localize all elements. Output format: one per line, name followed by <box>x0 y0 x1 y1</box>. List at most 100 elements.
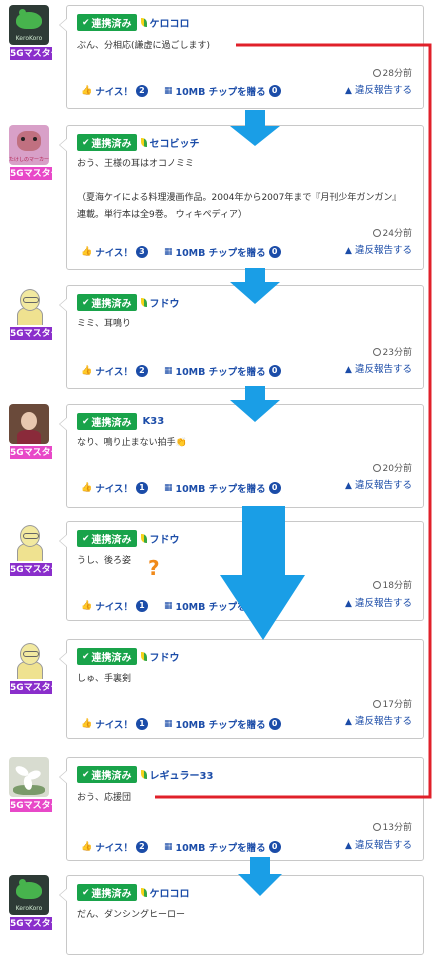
comment-text: だん、ダンシングヒーロー <box>77 910 186 920</box>
nice-count: 1 <box>135 600 148 612</box>
username-link[interactable]: ケロコロ <box>150 15 190 30</box>
timestamp-text: 13分前 <box>382 823 412 833</box>
avatar-brand-text: KeroKoro <box>15 35 43 42</box>
nice-button[interactable]: 👍 ナイス！ 2 <box>81 364 148 378</box>
warning-icon: ▲ <box>345 481 352 491</box>
user-avatar[interactable] <box>9 404 49 444</box>
linked-label: 連携済み <box>91 299 132 310</box>
linked-label: 連携済み <box>91 19 132 30</box>
thumbs-up-icon: 👍 <box>81 366 93 376</box>
username-link[interactable]: レギュラー33 <box>150 767 214 782</box>
report-label: 違反報告する <box>354 85 412 96</box>
question-mark-annotation: ? <box>148 556 160 580</box>
report-link[interactable]: ▲ 違反報告する <box>345 713 412 727</box>
check-icon: ✔ <box>82 137 90 148</box>
thumbs-up-icon: 👍 <box>81 86 93 96</box>
beginner-mark-icon <box>140 18 147 27</box>
comment-text: しゅ、手裏剣 <box>77 674 132 684</box>
nice-label: ナイス！ <box>95 248 133 259</box>
nice-button[interactable]: 👍 ナイス！ 2 <box>81 84 148 98</box>
nice-button[interactable]: 👍 ナイス！ 3 <box>81 245 148 259</box>
bird-head-icon <box>20 643 40 665</box>
report-link[interactable]: ▲ 違反報告する <box>345 837 412 851</box>
chip-count: 0 <box>268 365 281 377</box>
nice-count: 2 <box>135 365 148 377</box>
gift-icon: ▦ <box>163 842 173 852</box>
beginner-mark-icon <box>140 138 147 147</box>
chip-button[interactable]: ▦ 10MB チップを贈る 0 <box>164 481 281 495</box>
report-link[interactable]: ▲ 違反報告する <box>345 242 412 256</box>
username-link[interactable]: セコビッチ <box>150 135 200 150</box>
linked-badge: ✔ 連携済み <box>77 766 137 783</box>
action-bar: 👍 ナイス！ 1 ▦ 10MB チップを贈る 0 <box>81 481 297 495</box>
report-link[interactable]: ▲ 違反報告する <box>345 477 412 491</box>
report-label: 違反報告する <box>354 364 412 375</box>
timestamp-text: 18分前 <box>382 581 412 591</box>
username-link[interactable]: ケロコロ <box>150 885 190 900</box>
frog-logo-icon <box>16 879 42 899</box>
user-avatar[interactable] <box>9 639 49 679</box>
gift-icon: ▦ <box>163 601 173 611</box>
username-link[interactable]: フドウ <box>150 531 180 546</box>
linked-label: 連携済み <box>91 535 132 546</box>
chip-button[interactable]: ▦ 10MB チップを贈る 0 <box>164 599 281 613</box>
report-label: 違反報告する <box>354 480 412 491</box>
clock-icon <box>372 229 381 237</box>
username-link[interactable]: K33 <box>143 416 165 427</box>
comment-text: ミミ、耳鳴り <box>77 319 132 329</box>
chip-label: 10MB チップを贈る <box>175 484 266 495</box>
avatar-brand-text: KeroKoro <box>15 905 43 912</box>
user-avatar[interactable]: KeroKoro <box>9 5 49 45</box>
warning-icon: ▲ <box>345 246 352 256</box>
chip-button[interactable]: ▦ 10MB チップを贈る 0 <box>164 364 281 378</box>
beginner-mark-icon <box>140 534 147 543</box>
timestamp-text: 20分前 <box>382 464 412 474</box>
rank-badge: 5Gマスター <box>9 562 53 577</box>
linked-badge: ✔ 連携済み <box>77 134 137 151</box>
nice-button[interactable]: 👍 ナイス！ 1 <box>81 481 148 495</box>
rank-badge: 5Gマスター <box>9 798 53 813</box>
timestamp: 23分前 <box>372 345 412 358</box>
user-avatar[interactable] <box>9 521 49 561</box>
user-avatar[interactable]: KeroKoro <box>9 875 49 915</box>
username-link[interactable]: フドウ <box>150 295 180 310</box>
nice-button[interactable]: 👍 ナイス！ 2 <box>81 840 148 854</box>
check-icon: ✔ <box>82 416 90 427</box>
nice-label: ナイス！ <box>95 843 133 854</box>
doll-body-icon <box>17 430 41 444</box>
gift-icon: ▦ <box>163 483 173 493</box>
chip-button[interactable]: ▦ 10MB チップを贈る 0 <box>164 84 281 98</box>
warning-icon: ▲ <box>345 86 352 96</box>
username-link[interactable]: フドウ <box>150 649 180 664</box>
rank-badge: 5Gマスター <box>9 680 53 695</box>
chip-label: 10MB チップを贈る <box>175 602 266 613</box>
report-link[interactable]: ▲ 違反報告する <box>345 82 412 96</box>
chip-button[interactable]: ▦ 10MB チップを贈る 0 <box>164 840 281 854</box>
nice-button[interactable]: 👍 ナイス！ 1 <box>81 599 148 613</box>
linked-label: 連携済み <box>91 139 132 150</box>
comment-card: ✔ 連携済み ケロコロ ぶん、分相応(謙虚に過ごします) 28分前 ▲ 違反報告す… <box>59 5 424 109</box>
action-bar: 👍 ナイス！ 1 ▦ 10MB チップを贈る 0 <box>81 717 297 731</box>
chip-button[interactable]: ▦ 10MB チップを贈る 0 <box>164 717 281 731</box>
warning-icon: ▲ <box>345 841 352 851</box>
user-avatar[interactable] <box>9 285 49 325</box>
check-icon: ✔ <box>82 651 90 662</box>
thumbs-up-icon: 👍 <box>81 483 93 493</box>
timestamp-text: 28分前 <box>382 69 412 79</box>
clock-icon <box>372 581 381 589</box>
comment-card: ✔ 連携済み フドウ しゅ、手裏剣 17分前 ▲ 違反報告する 👍 ナイス！ 1 ▦ 1… <box>59 639 424 739</box>
report-link[interactable]: ▲ 違反報告する <box>345 595 412 609</box>
chip-count: 0 <box>268 718 281 730</box>
report-link[interactable]: ▲ 違反報告する <box>345 361 412 375</box>
comment-text: うし、後ろ姿 <box>77 556 132 566</box>
user-avatar[interactable] <box>9 757 49 797</box>
user-avatar[interactable]: たけしのマーカー <box>9 125 49 165</box>
chip-button[interactable]: ▦ 10MB チップを贈る 0 <box>164 245 281 259</box>
nice-label: ナイス！ <box>95 720 133 731</box>
check-icon: ✔ <box>82 297 90 308</box>
comment-card: ✔ 連携済み ケロコロ だん、ダンシングヒーロー <box>59 875 424 955</box>
rank-badge: 5Gマスター <box>9 326 53 341</box>
action-bar: 👍 ナイス！ 3 ▦ 10MB チップを贈る 0 <box>81 245 297 259</box>
comment-card: ✔ 連携済み K33 なり、鳴り止まない拍手👏 20分前 ▲ 違反報告する 👍 ナイ… <box>59 404 424 508</box>
nice-button[interactable]: 👍 ナイス！ 1 <box>81 717 148 731</box>
